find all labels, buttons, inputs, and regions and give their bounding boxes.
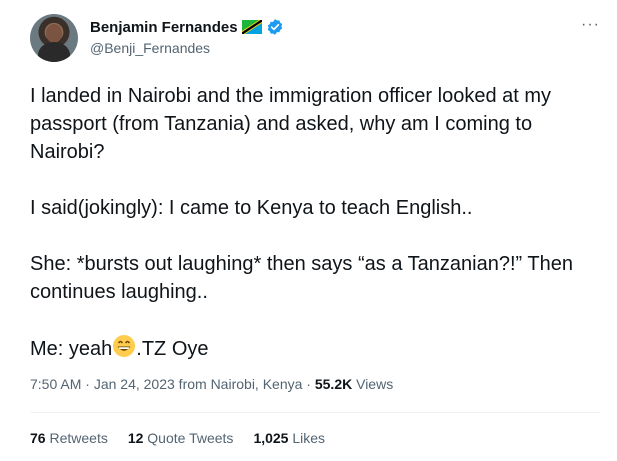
likes-count: 1,025 xyxy=(253,430,289,446)
quote-tweets-label: Quote Tweets xyxy=(147,430,234,446)
views-count: 55.2K xyxy=(314,376,353,392)
tweet-paragraph-2: I said(jokingly): I came to Kenya to tea… xyxy=(30,197,473,219)
author-handle[interactable]: @Benji_Fernandes xyxy=(90,40,210,56)
views-label: Views xyxy=(352,376,394,392)
author-name-row: Benjamin Fernandes xyxy=(90,18,284,36)
tweet-paragraph-4-start: Me: yeah xyxy=(30,338,113,360)
retweets-label: Retweets xyxy=(49,430,108,446)
quote-tweets-count: 12 xyxy=(127,430,144,446)
tweet-paragraph-4-end: .TZ Oye xyxy=(136,338,209,360)
grinning-face-emoji xyxy=(112,334,136,358)
divider xyxy=(30,412,600,413)
tweet-meta: 7:50 AM · Jan 24, 2023 from Nairobi, Ken… xyxy=(30,376,393,392)
meta-separator: · xyxy=(81,376,94,392)
tweet-paragraph-3: She: *bursts out laughing* then says “as… xyxy=(30,253,579,303)
tweet-time[interactable]: 7:50 AM xyxy=(30,376,81,392)
tweet-stats: 76 Retweets 12 Quote Tweets 1,025 Likes xyxy=(30,430,325,446)
tanzania-flag-icon xyxy=(241,20,262,34)
verified-badge-icon xyxy=(266,18,284,36)
tweet-date[interactable]: Jan 24, 2023 xyxy=(94,376,175,392)
likes-link[interactable]: 1,025 Likes xyxy=(253,430,325,446)
tweet-header: Benjamin Fernandes @Benji_Fernandes ··· xyxy=(30,14,600,66)
tweet-source: from Nairobi, Kenya xyxy=(174,376,303,392)
avatar[interactable] xyxy=(30,14,78,62)
tweet-card: Benjamin Fernandes @Benji_Fernandes ··· … xyxy=(0,0,617,461)
avatar-body xyxy=(38,42,70,62)
tweet-paragraph-1: I landed in Nairobi and the immigration … xyxy=(30,85,557,163)
more-options-icon[interactable]: ··· xyxy=(581,16,600,34)
avatar-head xyxy=(46,24,62,43)
likes-label: Likes xyxy=(292,430,326,446)
author-name[interactable]: Benjamin Fernandes xyxy=(90,19,238,36)
tweet-paragraph-4: Me: yeah .TZ Oye xyxy=(30,334,600,363)
retweets-link[interactable]: 76 Retweets xyxy=(30,430,108,446)
tweet-text: I landed in Nairobi and the immigration … xyxy=(30,82,600,391)
meta-separator: · xyxy=(302,376,315,392)
retweets-count: 76 xyxy=(30,430,46,446)
quote-tweets-link[interactable]: 12 Quote Tweets xyxy=(128,430,234,446)
